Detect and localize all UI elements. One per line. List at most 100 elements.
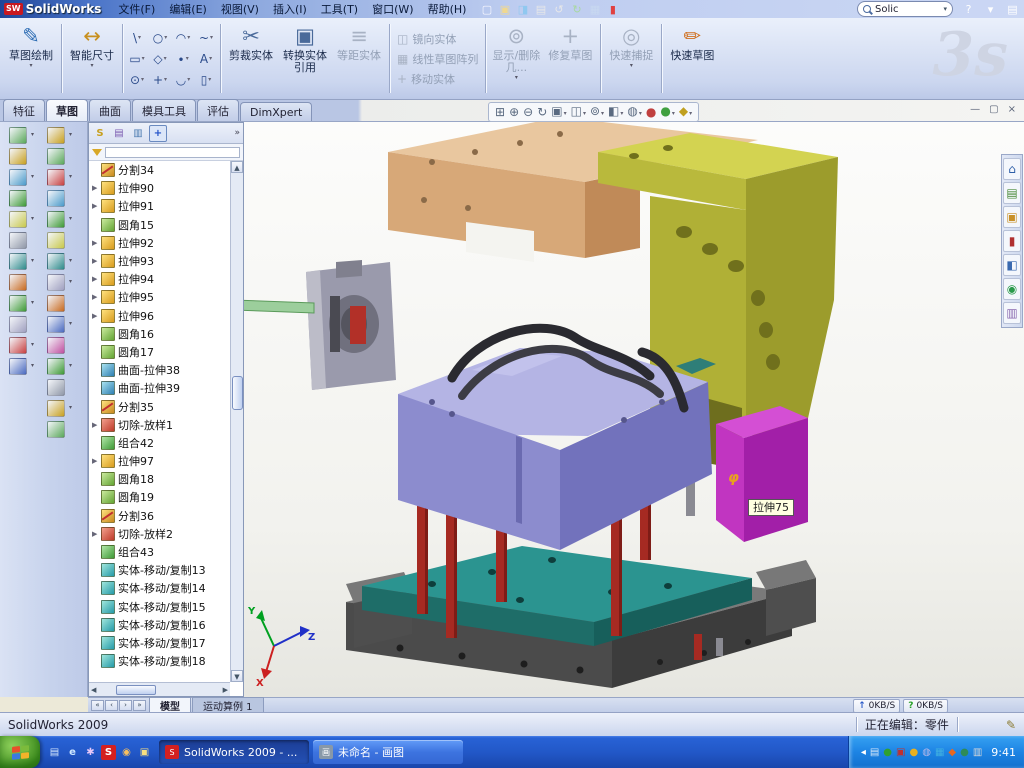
- tree-tabs-overflow-icon[interactable]: »: [234, 128, 240, 138]
- model-gray-peg[interactable]: [716, 638, 723, 656]
- tray-icon-8[interactable]: ●: [960, 746, 969, 759]
- tray-icon-2[interactable]: ●: [883, 746, 892, 759]
- taskbar-task-1[interactable]: 画未命名 - 画图: [313, 740, 463, 764]
- panels-icon[interactable]: ▤: [1005, 2, 1020, 17]
- tree-item[interactable]: 实体-移动/复制14: [90, 579, 230, 597]
- internet-explorer-icon[interactable]: e: [65, 745, 80, 760]
- solidworks-quicklaunch-icon[interactable]: S: [101, 745, 116, 760]
- left-tool-icon-11[interactable]: [9, 358, 27, 375]
- left-tool-icon-7[interactable]: [47, 274, 65, 291]
- sketch-tool-icon-7[interactable]: A: [195, 49, 217, 69]
- show-desktop-icon[interactable]: ▤: [47, 745, 62, 760]
- save-icon[interactable]: ◨: [515, 2, 530, 17]
- window-restore-icon[interactable]: ▢: [989, 104, 998, 115]
- tree-filter-bar[interactable]: [89, 144, 243, 161]
- search-options-icon[interactable]: ▾: [983, 2, 998, 17]
- window-minimize-icon[interactable]: —: [970, 104, 980, 115]
- window-close-icon[interactable]: ×: [1008, 104, 1016, 115]
- zoom-fit-icon[interactable]: ⊖: [523, 105, 533, 119]
- tree-item[interactable]: 实体-移动/复制18: [90, 652, 230, 670]
- left-tool-icon-10[interactable]: [47, 337, 65, 354]
- left-tool-icon-2[interactable]: [9, 169, 27, 186]
- dropdown-icon[interactable]: ▾: [90, 62, 93, 69]
- tree-item[interactable]: ▶拉伸95: [90, 288, 230, 306]
- zoom-in-icon[interactable]: ⊕: [509, 105, 519, 119]
- commandmanager-tab-1[interactable]: 草图: [46, 99, 88, 121]
- commandmanager-tab-4[interactable]: 评估: [197, 99, 239, 121]
- expand-arrow-icon[interactable]: ▶: [92, 421, 101, 429]
- toolbar-button-3[interactable]: ▣转换实体引用: [278, 20, 332, 97]
- scene-icon[interactable]: ●: [660, 104, 675, 121]
- left-tool-icon-6[interactable]: [47, 253, 65, 270]
- tree-item[interactable]: 实体-移动/复制13: [90, 561, 230, 579]
- left-tool-icon-5[interactable]: [9, 232, 27, 249]
- tree-item[interactable]: 圆角17: [90, 343, 230, 361]
- folder-quicklaunch-icon[interactable]: ▣: [137, 745, 152, 760]
- tree-item[interactable]: 分割35: [90, 397, 230, 415]
- model-slide-clamp[interactable]: [306, 260, 396, 390]
- sketch-tool-icon-4[interactable]: ▭: [126, 49, 148, 69]
- appearance-icon[interactable]: ●: [646, 105, 656, 119]
- left-tool-icon-13[interactable]: [47, 400, 65, 417]
- start-button[interactable]: [0, 736, 40, 768]
- expand-arrow-icon[interactable]: ▶: [92, 202, 101, 210]
- sketch-tool-icon-5[interactable]: ◇: [149, 49, 171, 69]
- tree-item[interactable]: 分割36: [90, 507, 230, 525]
- filter-field[interactable]: [105, 147, 240, 158]
- menu-item-2[interactable]: 视图(V): [214, 0, 266, 18]
- tree-item[interactable]: 实体-移动/复制17: [90, 634, 230, 652]
- tray-icon-3[interactable]: ▣: [896, 746, 905, 759]
- toolbar-button-1[interactable]: ↔智能尺寸▾: [65, 20, 119, 97]
- sketch-tool-icon-6[interactable]: ∙: [172, 49, 194, 69]
- dropdown-icon[interactable]: ▾: [29, 62, 32, 69]
- tree-horizontal-scrollbar[interactable]: ◀ ▶: [89, 682, 230, 696]
- tree-item[interactable]: 组合42: [90, 434, 230, 452]
- tree-item[interactable]: 实体-移动/复制15: [90, 598, 230, 616]
- left-tool-icon-7[interactable]: [9, 274, 27, 291]
- tree-item[interactable]: 曲面-拉伸38: [90, 361, 230, 379]
- search-input[interactable]: Solic: [875, 4, 939, 15]
- tree-item[interactable]: 实体-移动/复制16: [90, 616, 230, 634]
- toolbar-button-2[interactable]: ✂剪裁实体: [224, 20, 278, 97]
- taskbar-task-0[interactable]: SSolidWorks 2009 - ...: [159, 740, 309, 764]
- left-tool-icon-1[interactable]: [9, 148, 27, 165]
- featuremanager-tab-icon[interactable]: S: [92, 126, 108, 141]
- left-tool-icon-8[interactable]: [47, 295, 65, 312]
- search-dropdown-icon[interactable]: ▾: [943, 5, 947, 13]
- messenger-icon[interactable]: ✱: [83, 745, 98, 760]
- vcr-button-0[interactable]: «: [91, 700, 104, 711]
- print-icon[interactable]: ▤: [533, 2, 548, 17]
- custom-properties-icon[interactable]: ◉: [1003, 278, 1021, 300]
- tree-item[interactable]: ▶拉伸96: [90, 307, 230, 325]
- help-icon[interactable]: ?: [961, 2, 976, 17]
- sketch-tool-icon-2[interactable]: ◠: [172, 28, 194, 48]
- view-settings-icon[interactable]: ◍: [627, 104, 642, 121]
- expand-arrow-icon[interactable]: ▶: [92, 293, 101, 301]
- options-icon[interactable]: ▦: [587, 2, 602, 17]
- vcr-button-3[interactable]: »: [133, 700, 146, 711]
- toolbar-button-8[interactable]: ✏快速草图: [665, 20, 719, 97]
- sketch-tool-icon-8[interactable]: ⊙: [126, 70, 148, 90]
- tree-item[interactable]: 组合43: [90, 543, 230, 561]
- sketch-tool-icon-1[interactable]: ○: [149, 28, 171, 48]
- toolbar-button-0[interactable]: ✎草图绘制▾: [4, 20, 58, 97]
- left-tool-icon-11[interactable]: [47, 358, 65, 375]
- left-tool-icon-9[interactable]: [47, 316, 65, 333]
- commandmanager-tab-3[interactable]: 模具工具: [132, 99, 196, 121]
- palette-icon[interactable]: ▮: [1003, 230, 1021, 252]
- tray-icon-1[interactable]: ▤: [870, 746, 879, 759]
- expand-arrow-icon[interactable]: ▶: [92, 184, 101, 192]
- color-swatch-icon[interactable]: ▮: [605, 2, 620, 17]
- design-library-icon[interactable]: ▤: [1003, 182, 1021, 204]
- view-orientation-icon[interactable]: ▣: [551, 104, 566, 121]
- open-icon[interactable]: ▣: [497, 2, 512, 17]
- sketch-tool-icon-0[interactable]: \: [126, 28, 148, 48]
- document-tab-0[interactable]: 模型: [149, 697, 191, 712]
- scroll-right-icon[interactable]: ▶: [223, 686, 228, 694]
- menu-item-3[interactable]: 插入(I): [266, 0, 314, 18]
- sketch-tool-icon-11[interactable]: ▯: [195, 70, 217, 90]
- scroll-down-icon[interactable]: ▼: [231, 670, 243, 682]
- display-style-icon[interactable]: ◫: [571, 104, 586, 121]
- media-player-icon[interactable]: ◉: [119, 745, 134, 760]
- vcr-button-2[interactable]: ›: [119, 700, 132, 711]
